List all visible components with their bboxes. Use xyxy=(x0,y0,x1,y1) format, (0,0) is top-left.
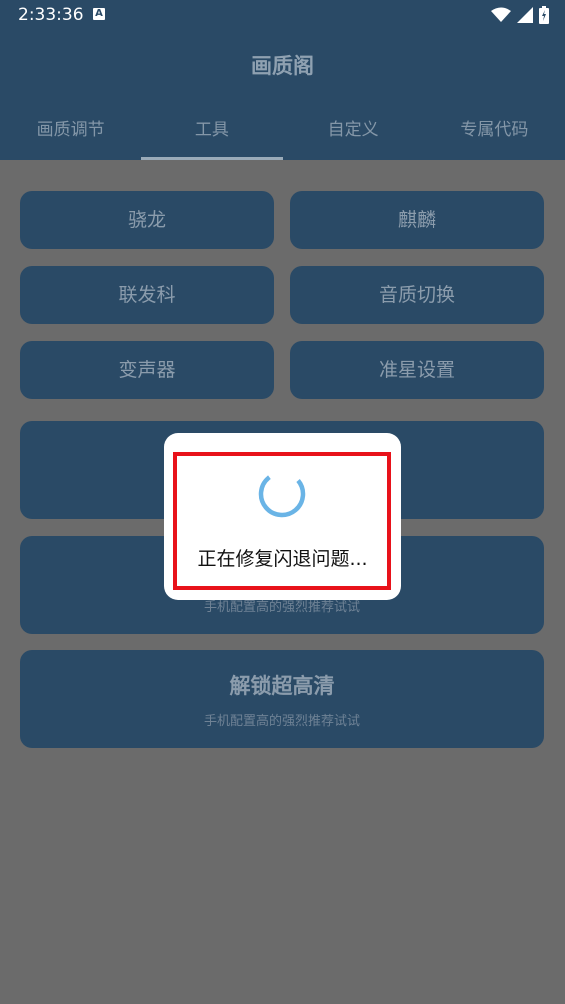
tab-quality[interactable]: 画质调节 xyxy=(0,100,141,160)
tab-bar: 画质调节 工具 自定义 专属代码 xyxy=(0,100,565,160)
dialog-message: 正在修复闪退问题... xyxy=(197,548,368,570)
status-icons xyxy=(491,6,549,24)
mediatek-button[interactable]: 联发科 xyxy=(20,266,274,324)
crosshair-settings-button[interactable]: 准星设置 xyxy=(290,341,544,399)
status-time: 2:33:36 xyxy=(18,5,84,25)
wifi-icon xyxy=(491,7,511,22)
kirin-button[interactable]: 麒麟 xyxy=(290,191,544,249)
card-subtitle: 手机配置高的强烈推荐试试 xyxy=(203,714,360,729)
status-bar: 2:33:36 A xyxy=(0,0,565,32)
app-title: 画质阁 xyxy=(0,32,565,100)
tab-exclusive-code[interactable]: 专属代码 xyxy=(424,100,565,160)
loading-spinner-icon xyxy=(258,470,306,518)
loading-dialog: 正在修复闪退问题... xyxy=(164,433,401,600)
notification-icon: A xyxy=(93,8,105,20)
snapdragon-button[interactable]: 骁龙 xyxy=(20,191,274,249)
card-title: 解锁超高清 xyxy=(229,674,335,698)
tab-custom[interactable]: 自定义 xyxy=(283,100,424,160)
audio-quality-button[interactable]: 音质切换 xyxy=(290,266,544,324)
signal-icon xyxy=(517,7,533,23)
voice-changer-button[interactable]: 变声器 xyxy=(20,341,274,399)
tab-tools[interactable]: 工具 xyxy=(141,100,283,160)
screen: 2:33:36 A 画质阁 画质调节 工具 自定义 专属代码 骁龙 麒麟 联发科… xyxy=(0,0,565,1004)
unlock-ultra-hd-card[interactable]: 解锁超高清 手机配置高的强烈推荐试试 xyxy=(20,650,544,748)
battery-icon xyxy=(539,6,549,24)
